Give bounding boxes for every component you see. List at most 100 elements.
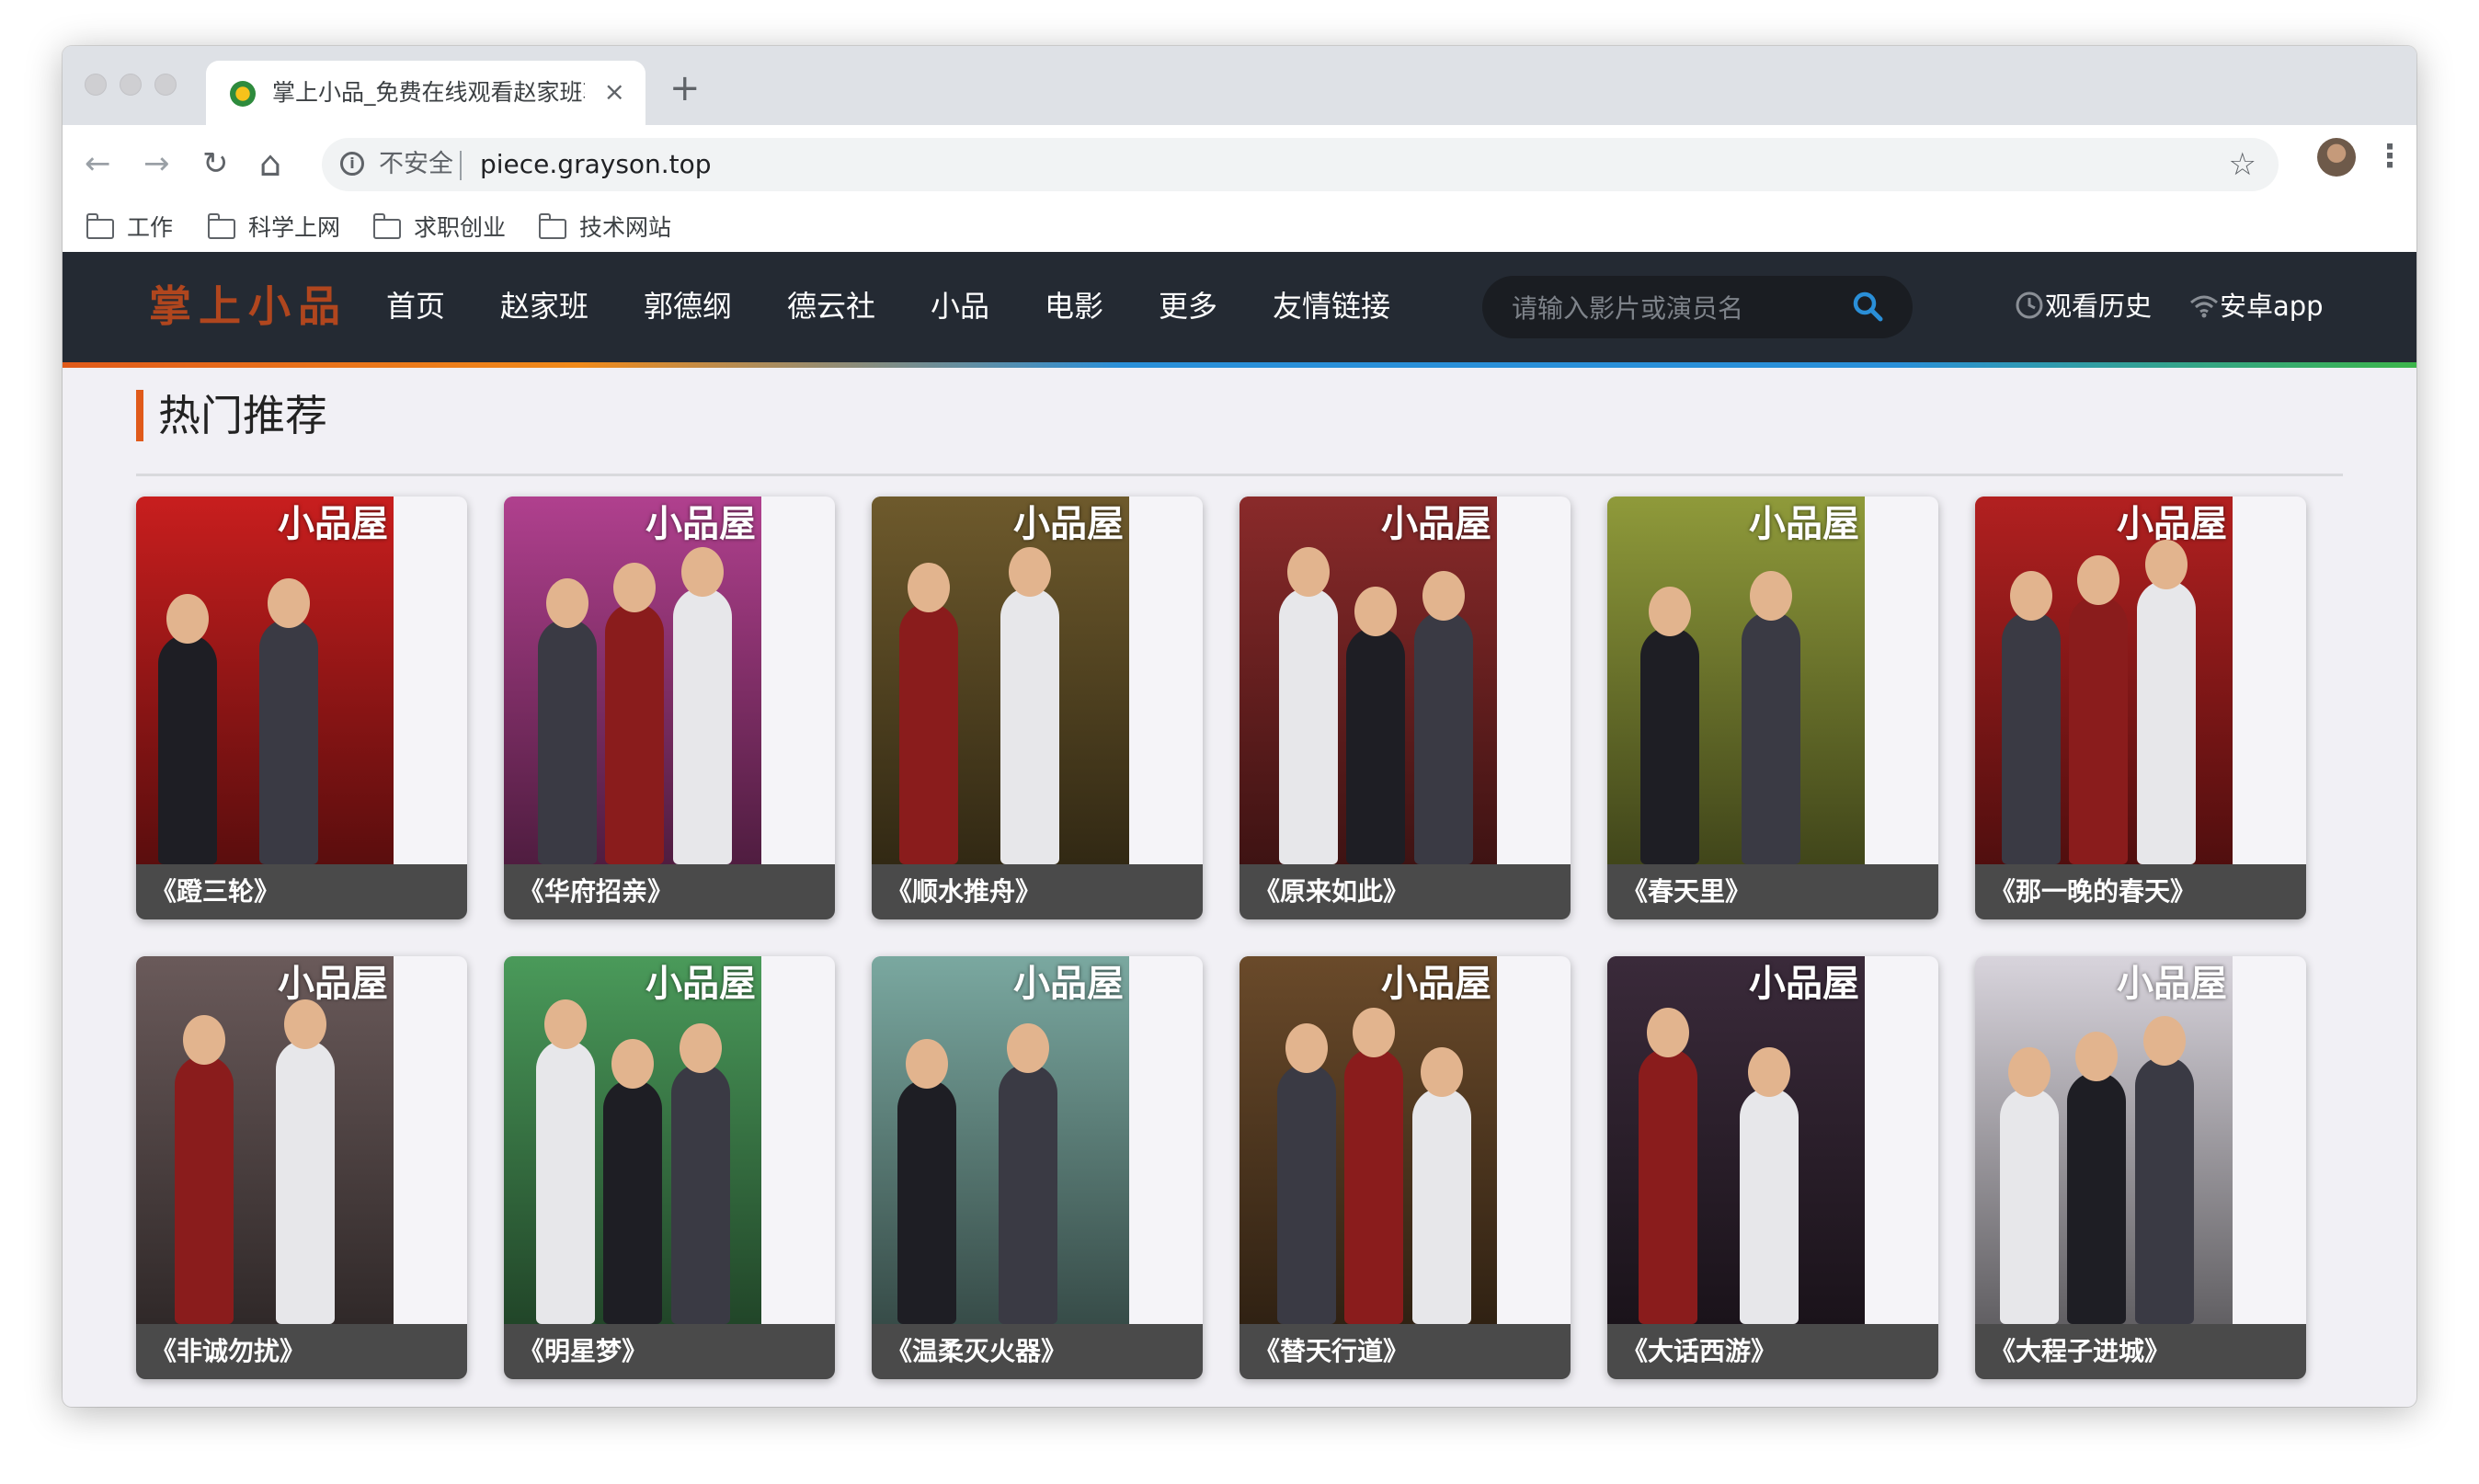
nav-item-xiaopin[interactable]: 小品 — [931, 285, 989, 327]
video-title[interactable]: 《原来如此》 — [1240, 864, 1571, 919]
video-thumbnail[interactable]: 小品屋 — [872, 956, 1129, 1324]
video-title[interactable]: 《顺水推舟》 — [872, 864, 1203, 919]
video-thumbnail[interactable]: 小品屋 — [1975, 497, 2233, 864]
forward-arrow-icon[interactable]: → — [143, 143, 170, 184]
bookmark-folder[interactable]: 求职创业 — [372, 211, 506, 245]
video-title[interactable]: 《大话西游》 — [1607, 1324, 1938, 1379]
nav-item-more[interactable]: 更多 — [1159, 285, 1217, 327]
video-card[interactable]: 小品屋 《替天行道》 — [1240, 956, 1571, 1379]
thumbnail-watermark: 小品屋 — [1013, 963, 1124, 1005]
thumbnail-watermark: 小品屋 — [645, 963, 756, 1005]
search-icon[interactable] — [1852, 291, 1883, 322]
site-navbar: 掌上小品 首页 赵家班 郭德纲 德云社 小品 电影 更多 友情链接 观看历史 — [63, 252, 2416, 362]
nav-item-deyunshe[interactable]: 德云社 — [787, 285, 875, 327]
bookmark-star-icon[interactable]: ☆ — [2229, 147, 2256, 182]
video-thumbnail[interactable]: 小品屋 — [136, 497, 394, 864]
performer-head — [1649, 587, 1691, 636]
performer-figure — [603, 1079, 663, 1324]
performer-head — [2144, 540, 2188, 589]
android-app-link[interactable]: 安卓app — [2188, 285, 2324, 327]
profile-avatar[interactable] — [2317, 138, 2356, 177]
watch-history-link[interactable]: 观看历史 — [2014, 285, 2152, 327]
site-logo[interactable]: 掌上小品 — [149, 280, 348, 333]
video-thumbnail[interactable]: 小品屋 — [136, 956, 394, 1324]
performer-figure — [1413, 611, 1473, 864]
video-card[interactable]: 小品屋 《非诚勿扰》 — [136, 956, 467, 1379]
search-box — [1482, 276, 1913, 338]
nav-item-home[interactable]: 首页 — [386, 285, 445, 327]
video-thumbnail[interactable]: 小品屋 — [1240, 956, 1497, 1324]
search-input[interactable] — [1510, 289, 1845, 327]
nav-item-zhaojiaban[interactable]: 赵家班 — [500, 285, 588, 327]
reload-icon[interactable]: ↻ — [202, 143, 229, 184]
performer-figure — [672, 588, 732, 864]
video-thumbnail[interactable]: 小品屋 — [1975, 956, 2233, 1324]
video-title[interactable]: 《大程子进城》 — [1975, 1324, 2306, 1379]
performer-figure — [1000, 588, 1059, 864]
video-title[interactable]: 《那一晚的春天》 — [1975, 864, 2306, 919]
performer-figure — [1740, 1088, 1799, 1324]
video-card[interactable]: 小品屋 《大话西游》 — [1607, 956, 1938, 1379]
performer-head — [183, 1015, 225, 1065]
video-thumbnail[interactable]: 小品屋 — [872, 497, 1129, 864]
nav-item-guodegang[interactable]: 郭德纲 — [644, 285, 732, 327]
performer-figure — [175, 1056, 234, 1324]
watch-history-label: 观看历史 — [2045, 291, 2153, 322]
back-arrow-icon[interactable]: ← — [85, 143, 111, 184]
performer-head — [2075, 1032, 2119, 1081]
bookmark-folder[interactable]: 科学上网 — [207, 211, 341, 245]
video-thumbnail[interactable]: 小品屋 — [504, 497, 761, 864]
video-card[interactable]: 小品屋 《华府招亲》 — [504, 497, 835, 919]
browser-menu-icon[interactable]: ⋮ — [2374, 136, 2405, 177]
video-title[interactable]: 《非诚勿扰》 — [136, 1324, 467, 1379]
performer-head — [1354, 587, 1398, 636]
performer-figure — [276, 1040, 335, 1324]
video-card[interactable]: 小品屋 《明星梦》 — [504, 956, 835, 1379]
window-minimize-dot[interactable] — [120, 74, 142, 96]
home-icon[interactable]: ⌂ — [259, 143, 281, 184]
video-thumbnail[interactable]: 小品屋 — [1607, 956, 1865, 1324]
performer-head — [680, 547, 724, 597]
performer-figure — [259, 619, 318, 864]
video-title[interactable]: 《替天行道》 — [1240, 1324, 1571, 1379]
video-title[interactable]: 《温柔灭火器》 — [872, 1324, 1203, 1379]
nav-item-links[interactable]: 友情链接 — [1273, 285, 1390, 327]
video-card[interactable]: 小品屋 《大程子进城》 — [1975, 956, 2306, 1379]
video-thumbnail[interactable]: 小品屋 — [1240, 497, 1497, 864]
bookmark-folder[interactable]: 技术网站 — [538, 211, 671, 245]
thumbnail-watermark: 小品屋 — [2117, 503, 2227, 545]
url-text[interactable]: piece.grayson.top — [480, 149, 712, 180]
bookmark-folder[interactable]: 工作 — [86, 211, 173, 245]
performer-head — [1007, 1023, 1049, 1073]
window-close-dot[interactable] — [85, 74, 107, 96]
video-title[interactable]: 《明星梦》 — [504, 1324, 835, 1379]
video-card[interactable]: 小品屋 《原来如此》 — [1240, 497, 1571, 919]
video-card[interactable]: 小品屋 《那一晚的春天》 — [1975, 497, 2306, 919]
video-card[interactable]: 小品屋 《温柔灭火器》 — [872, 956, 1203, 1379]
tab-close-icon[interactable]: × — [604, 75, 625, 108]
window-maximize-dot[interactable] — [154, 74, 177, 96]
browser-tab[interactable]: 掌上小品_免费在线观看赵家班郭 × — [206, 61, 645, 125]
video-title[interactable]: 《蹬三轮》 — [136, 864, 467, 919]
browser-window: 掌上小品_免费在线观看赵家班郭 × + ← → ↻ ⌂ i 不安全 piece.… — [63, 46, 2416, 1407]
performer-head — [1287, 547, 1330, 597]
video-card[interactable]: 小品屋 《顺水推舟》 — [872, 497, 1203, 919]
bookmark-label: 科学上网 — [248, 214, 341, 241]
thumbnail-watermark: 小品屋 — [278, 963, 388, 1005]
performer-figure — [1640, 627, 1699, 864]
performer-head — [908, 563, 950, 612]
video-thumbnail[interactable]: 小品屋 — [504, 956, 761, 1324]
video-thumbnail[interactable]: 小品屋 — [1607, 497, 1865, 864]
video-title[interactable]: 《华府招亲》 — [504, 864, 835, 919]
nav-item-movies[interactable]: 电影 — [1045, 285, 1103, 327]
thumbnail-watermark: 小品屋 — [2117, 963, 2227, 1005]
performer-figure — [1411, 1088, 1471, 1324]
performer-head — [2142, 1016, 2186, 1066]
video-card[interactable]: 小品屋 《蹬三轮》 — [136, 497, 467, 919]
video-card[interactable]: 小品屋 《春天里》 — [1607, 497, 1938, 919]
address-bar[interactable]: i 不安全 piece.grayson.top ☆ — [322, 138, 2279, 191]
info-icon[interactable]: i — [340, 152, 364, 176]
thumbnail-watermark: 小品屋 — [1749, 503, 1859, 545]
new-tab-button[interactable]: + — [669, 70, 701, 107]
video-title[interactable]: 《春天里》 — [1607, 864, 1938, 919]
